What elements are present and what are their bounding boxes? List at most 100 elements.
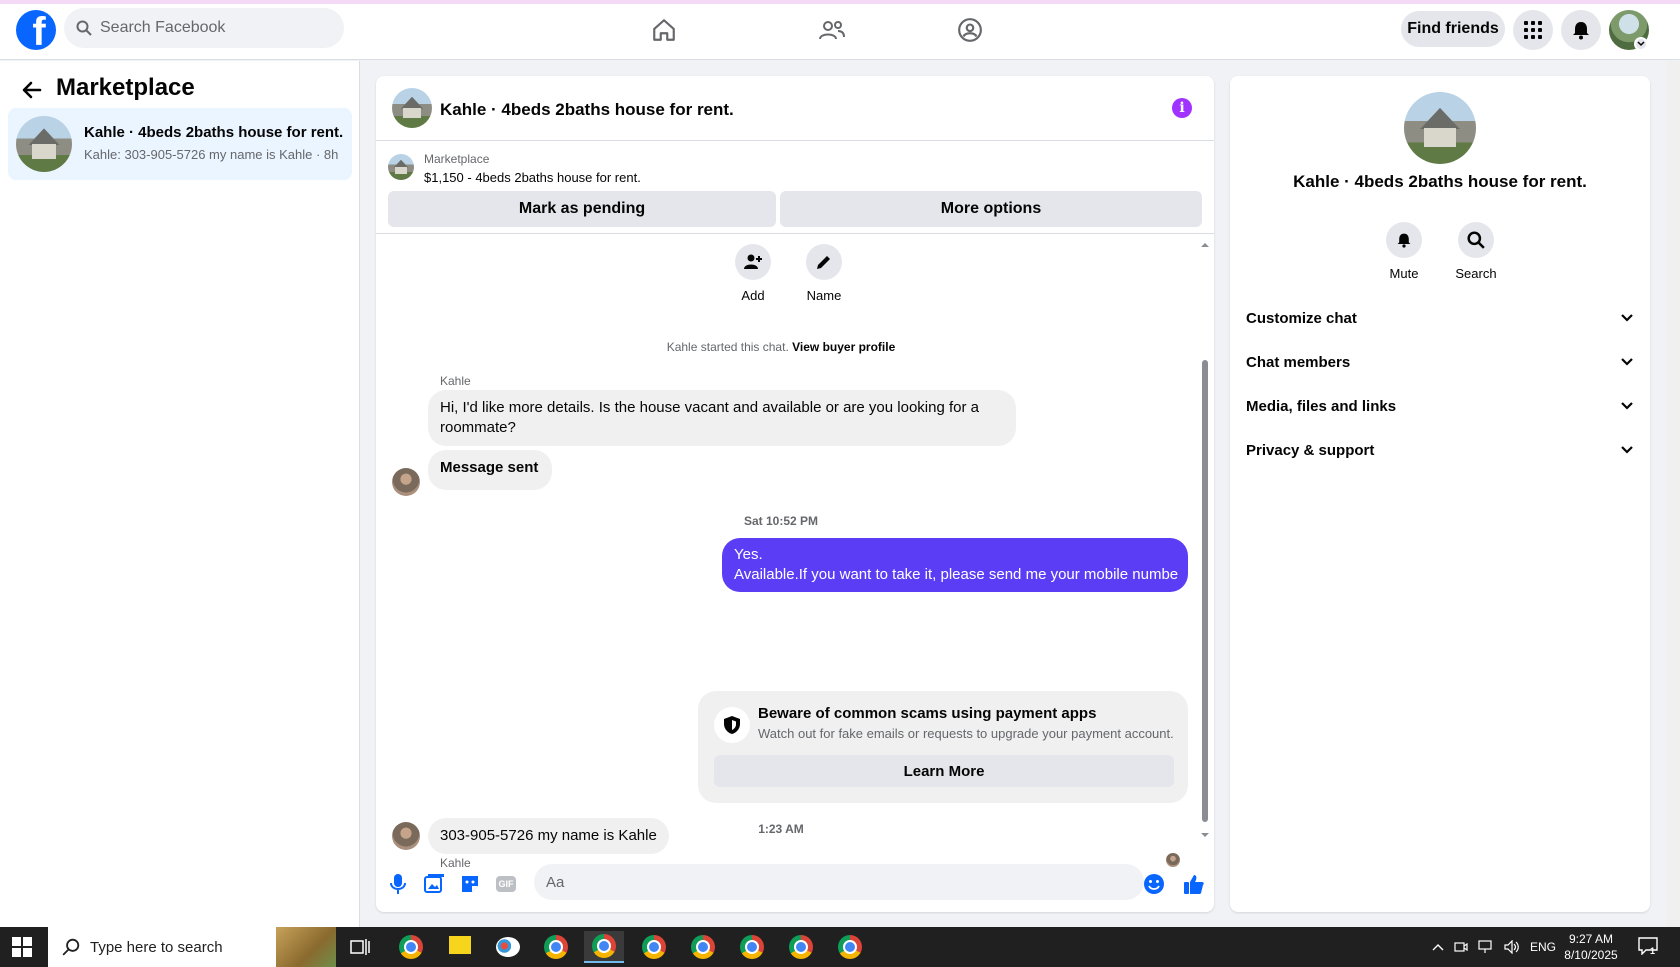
search-placeholder: Search Facebook <box>100 19 226 36</box>
menu-button[interactable] <box>1513 10 1553 50</box>
chat-details-avatar[interactable] <box>1404 92 1476 164</box>
sender-avatar[interactable] <box>392 822 420 850</box>
privacy-support-section[interactable]: Privacy & support <box>1246 430 1634 470</box>
conversation-title: Kahle · 4beds 2baths house for rent. <box>84 124 344 141</box>
chat-avatar[interactable] <box>392 88 432 128</box>
action-center-button[interactable]: 1 <box>1638 937 1660 957</box>
learn-more-button[interactable]: Learn More <box>714 755 1174 787</box>
taskbar-chrome-app-active[interactable] <box>584 931 624 963</box>
bell-icon <box>1573 22 1589 40</box>
message-input[interactable]: Aa <box>534 864 1144 900</box>
chrome-icon <box>592 934 616 958</box>
back-button[interactable] <box>20 78 44 102</box>
scam-warning-subtitle: Watch out for fake emails or requests to… <box>758 726 1174 741</box>
taskbar-sticky-notes-app[interactable] <box>440 931 480 963</box>
network-icon[interactable] <box>1478 940 1494 954</box>
taskbar-paint-app[interactable] <box>488 931 528 963</box>
paint-icon <box>496 937 520 957</box>
taskbar-chrome-app[interactable] <box>830 931 870 963</box>
search-icon <box>1467 231 1485 249</box>
emoji-button[interactable] <box>1142 872 1166 896</box>
start-button[interactable] <box>12 937 36 957</box>
meet-now-icon[interactable] <box>1454 940 1468 954</box>
view-buyer-profile-link[interactable]: View buyer profile <box>792 340 895 354</box>
chevron-up-icon[interactable] <box>1432 943 1444 951</box>
chat-started-notice: Kahle started this chat. View buyer prof… <box>666 340 896 354</box>
taskbar-chrome-app[interactable] <box>683 931 723 963</box>
gif-icon: GIF <box>496 876 516 892</box>
more-options-button[interactable]: More options <box>780 191 1202 227</box>
photo-icon <box>424 874 444 893</box>
groups-nav-icon[interactable] <box>952 12 988 48</box>
send-like-button[interactable] <box>1182 872 1206 896</box>
listing-thumbnail[interactable] <box>388 154 414 180</box>
taskbar-search-input[interactable]: Type here to search <box>48 927 336 967</box>
search-label: Search <box>1455 266 1497 281</box>
taskbar-chrome-app[interactable] <box>391 931 431 963</box>
incoming-message[interactable]: Message sent <box>428 450 553 490</box>
taskbar-chrome-app[interactable] <box>634 931 674 963</box>
account-menu-chevron[interactable] <box>1634 37 1648 51</box>
listing-source: Marketplace <box>424 152 490 166</box>
sticker-button[interactable] <box>458 872 482 896</box>
voice-clip-button[interactable] <box>386 872 410 896</box>
outgoing-message[interactable]: Yes. Available.If you want to take it, p… <box>722 538 1188 592</box>
gif-button[interactable]: GIF <box>494 872 518 896</box>
chrome-icon <box>544 935 568 959</box>
conversation-item[interactable]: Kahle · 4beds 2baths house for rent. Kah… <box>8 108 352 180</box>
incoming-message[interactable]: 303-905-5726 my name is Kahle <box>428 818 669 854</box>
search-highlight-icon <box>276 927 336 967</box>
sender-name: Kahle <box>440 374 471 388</box>
chrome-icon <box>789 935 813 959</box>
input-language[interactable]: ENG <box>1530 940 1556 954</box>
chrome-icon <box>838 935 862 959</box>
conversation-preview: Kahle: 303-905-5726 my name is Kahle · 8… <box>84 147 339 162</box>
sender-avatar[interactable] <box>392 468 420 496</box>
notification-count-badge: 1 <box>1650 946 1656 956</box>
find-friends-button[interactable]: Find friends <box>1401 11 1505 47</box>
message-thread: Add Name Kahle started this chat. View b… <box>376 236 1214 870</box>
thumbs-up-icon <box>1184 875 1204 894</box>
search-in-conversation-action[interactable]: Search <box>1446 222 1506 281</box>
chevron-down-icon <box>1621 358 1633 366</box>
chat-scrollbar[interactable] <box>1200 242 1210 838</box>
home-nav-icon[interactable] <box>646 12 682 48</box>
listing-description[interactable]: $1,150 - 4beds 2baths house for rent. <box>424 170 641 185</box>
task-view-button[interactable] <box>340 931 380 963</box>
chat-members-section[interactable]: Chat members <box>1246 342 1634 382</box>
search-facebook-input[interactable]: Search Facebook <box>64 8 344 48</box>
taskbar-clock[interactable]: 9:27 AM 8/10/2025 <box>1556 931 1626 963</box>
info-icon[interactable]: i <box>1172 98 1192 118</box>
add-people-action[interactable]: Add <box>723 244 783 303</box>
incoming-message[interactable]: Hi, I'd like more details. Is the house … <box>428 390 1016 446</box>
chat-scrollbar-thumb[interactable] <box>1202 360 1208 822</box>
task-view-icon <box>350 939 370 955</box>
friends-nav-icon[interactable] <box>814 12 850 48</box>
message-composer: GIF Aa <box>376 852 1214 912</box>
sticker-icon <box>462 876 478 892</box>
conversation-list-panel <box>0 61 360 927</box>
notifications-button[interactable] <box>1561 10 1601 50</box>
taskbar-chrome-app[interactable] <box>732 931 772 963</box>
taskbar-chrome-app[interactable] <box>536 931 576 963</box>
chat-title[interactable]: Kahle · 4beds 2baths house for rent. <box>440 100 734 120</box>
volume-icon[interactable] <box>1504 940 1520 954</box>
mark-as-pending-button[interactable]: Mark as pending <box>388 191 776 227</box>
chevron-down-icon <box>1637 41 1645 47</box>
attach-photo-button[interactable] <box>422 872 446 896</box>
page-scrollbar[interactable] <box>1666 61 1680 927</box>
chevron-down-icon <box>1621 402 1633 410</box>
message-timestamp: Sat 10:52 PM <box>743 514 819 528</box>
name-label: Name <box>806 288 842 303</box>
name-chat-action[interactable]: Name <box>794 244 854 303</box>
mute-action[interactable]: Mute <box>1374 222 1434 281</box>
media-files-links-section[interactable]: Media, files and links <box>1246 386 1634 426</box>
groups-icon <box>958 18 982 42</box>
chevron-down-icon <box>1621 314 1633 322</box>
arrow-left-icon <box>22 81 42 99</box>
facebook-logo[interactable]: f <box>16 10 56 50</box>
taskbar-chrome-app[interactable] <box>781 931 821 963</box>
customize-chat-section[interactable]: Customize chat <box>1246 298 1634 338</box>
chat-details-title: Kahle · 4beds 2baths house for rent. <box>1293 172 1587 191</box>
search-icon <box>76 20 92 36</box>
